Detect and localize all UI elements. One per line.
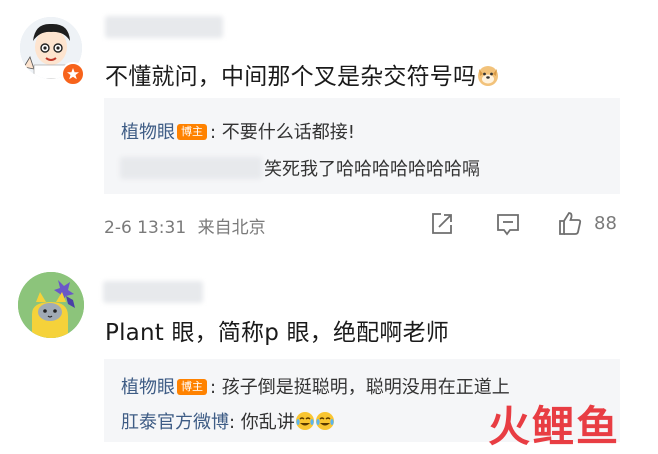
reply-item: 笑死我了哈哈哈哈哈哈哈嗝 bbox=[264, 155, 480, 181]
share-icon[interactable] bbox=[428, 210, 456, 238]
avatar[interactable] bbox=[18, 272, 84, 338]
reply-author-link[interactable]: 肛泰官方微博 bbox=[121, 412, 229, 433]
watermark-logo: 火鲤鱼 bbox=[488, 402, 621, 451]
reply-text: : 不要什么话都接! bbox=[210, 122, 356, 143]
blurred-username bbox=[105, 16, 223, 38]
reply-item: 植物眼 博主: 孩子倒是挺聪明，聪明没用在正道上 bbox=[121, 373, 510, 399]
doge-emoji-icon bbox=[476, 63, 500, 93]
reply-text: : 孩子倒是挺聪明，聪明没用在正道上 bbox=[210, 377, 510, 398]
verified-badge bbox=[61, 62, 85, 86]
yellow-cat-avatar-icon bbox=[18, 272, 84, 338]
blurred-reply-author bbox=[120, 157, 262, 179]
reply-item: 植物眼 博主: 不要什么话都接! bbox=[121, 118, 355, 144]
like-count: 88 bbox=[594, 213, 617, 234]
comment-meta: 2-6 13:31 来自北京 bbox=[104, 213, 266, 238]
comment-body: 不懂就问，中间那个叉是杂交符号吗 bbox=[105, 64, 477, 90]
comment-text: 不懂就问，中间那个叉是杂交符号吗 bbox=[105, 57, 500, 93]
reply-item: 肛泰官方微博: 你乱讲 bbox=[121, 408, 335, 436]
reply-author-link[interactable]: 植物眼 bbox=[121, 122, 175, 143]
comment-icon[interactable] bbox=[494, 210, 522, 238]
comment-body: Plant 眼，简称p 眼，绝配啊老师 bbox=[105, 320, 449, 346]
crying-laughing-emoji-icon bbox=[295, 411, 335, 436]
reply-text: : 你乱讲 bbox=[229, 412, 295, 433]
comment-source: 来自北京 bbox=[197, 218, 266, 238]
orange-star-badge-icon bbox=[67, 68, 79, 80]
comment-text: Plant 眼，简称p 眼，绝配啊老师 bbox=[105, 313, 449, 347]
blogger-badge: 博主 bbox=[177, 124, 207, 140]
reply-text: 笑死我了哈哈哈哈哈哈哈嗝 bbox=[264, 159, 480, 180]
comment-time: 2-6 13:31 bbox=[104, 218, 187, 238]
reply-author-link[interactable]: 植物眼 bbox=[121, 377, 175, 398]
blogger-badge: 博主 bbox=[177, 379, 207, 395]
like-icon[interactable] bbox=[556, 209, 584, 237]
blurred-username bbox=[103, 281, 203, 303]
